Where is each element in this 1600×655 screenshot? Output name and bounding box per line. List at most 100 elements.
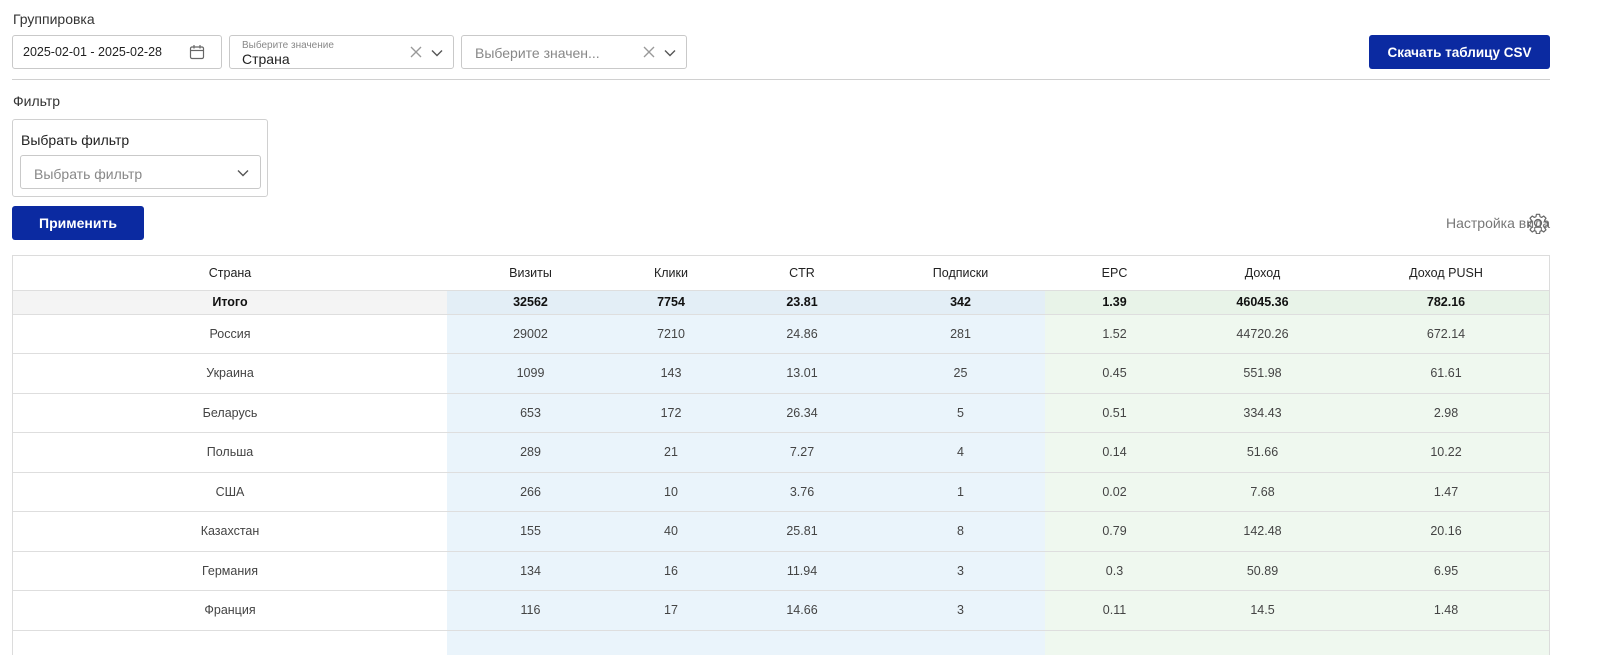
table-cell: Франция bbox=[13, 590, 447, 630]
table-cell: 24.86 bbox=[728, 313, 876, 354]
table-cell: 29002 bbox=[447, 313, 614, 354]
table-cell: 7.27 bbox=[728, 432, 876, 472]
table-cell: 2.98 bbox=[1341, 392, 1549, 433]
table-cell: 0.11 bbox=[1045, 590, 1184, 630]
col-header-clicks[interactable]: Клики bbox=[614, 256, 728, 290]
download-csv-button[interactable]: Скачать таблицу CSV bbox=[1369, 35, 1550, 69]
table-cell: 289 bbox=[447, 432, 614, 472]
table-row[interactable]: Беларусь 653 172 26.34 5 0.51 334.43 2.98 bbox=[13, 392, 1549, 433]
table-cell: 1.47 bbox=[1341, 471, 1549, 512]
filter-label: Фильтр bbox=[13, 93, 61, 109]
table-row[interactable]: Украина 1099 143 13.01 25 0.45 551.98 61.61 bbox=[13, 353, 1549, 393]
table-cell: 172 bbox=[614, 392, 728, 433]
table-row[interactable]: Россия 29002 7210 24.86 281 1.52 44720.26 672.1… bbox=[13, 313, 1549, 354]
table-cell: 155 bbox=[447, 511, 614, 551]
table-cell bbox=[447, 629, 614, 655]
col-header-epc[interactable]: EPC bbox=[1045, 256, 1184, 290]
table-cell: 653 bbox=[447, 392, 614, 433]
table-cell: 3 bbox=[876, 590, 1045, 630]
filter-box-title: Выбрать фильтр bbox=[21, 132, 130, 148]
table-cell bbox=[876, 629, 1045, 655]
table-cell: Польша bbox=[13, 432, 447, 472]
table-header-row: Страна Визиты Клики CTR Подписки EPC Дох… bbox=[13, 256, 1549, 290]
col-header-revenue-push[interactable]: Доход PUSH bbox=[1341, 256, 1549, 290]
table-cell: 143 bbox=[614, 353, 728, 393]
table-cell: 10 bbox=[614, 471, 728, 512]
col-header-visits[interactable]: Визиты bbox=[447, 256, 614, 290]
table-cell: Украина bbox=[13, 353, 447, 393]
grouping-select-2[interactable]: Выберите значен... bbox=[461, 35, 687, 69]
table-row[interactable]: Казахстан 155 40 25.81 8 0.79 142.48 20.16 bbox=[13, 511, 1549, 551]
table-cell: 4 bbox=[876, 432, 1045, 472]
table-row[interactable]: Польша 289 21 7.27 4 0.14 51.66 10.22 bbox=[13, 432, 1549, 472]
grouping-select-1-value: Страна bbox=[242, 51, 290, 67]
calendar-icon[interactable] bbox=[189, 44, 205, 60]
table-cell: Россия bbox=[13, 313, 447, 354]
table-cell: 3 bbox=[876, 550, 1045, 591]
table-cell: 20.16 bbox=[1341, 511, 1549, 551]
table-cell: 21 bbox=[614, 432, 728, 472]
clear-icon[interactable] bbox=[409, 45, 423, 59]
clear-icon[interactable] bbox=[642, 45, 656, 59]
table-cell: 0.45 bbox=[1045, 353, 1184, 393]
table-cell bbox=[1045, 629, 1184, 655]
filter-select-placeholder: Выбрать фильтр bbox=[34, 166, 143, 182]
table-cell: 782.16 bbox=[1341, 289, 1549, 314]
grouping-select-1[interactable]: Выберите значение Страна bbox=[229, 35, 454, 69]
table-cell: 142.48 bbox=[1184, 511, 1341, 551]
table-cell: 6.95 bbox=[1341, 550, 1549, 591]
date-range-field[interactable]: 2025-02-01 - 2025-02-28 bbox=[12, 35, 222, 69]
filter-box: Выбрать фильтр Выбрать фильтр bbox=[12, 119, 268, 197]
table-cell: 1099 bbox=[447, 353, 614, 393]
table-cell: 61.61 bbox=[1341, 353, 1549, 393]
col-header-country[interactable]: Страна bbox=[13, 256, 447, 290]
filter-select[interactable]: Выбрать фильтр bbox=[20, 155, 261, 189]
table-cell: Казахстан bbox=[13, 511, 447, 551]
chevron-down-icon[interactable] bbox=[430, 46, 444, 60]
table-cell: 551.98 bbox=[1184, 353, 1341, 393]
table-cell: 25.81 bbox=[728, 511, 876, 551]
table-cell bbox=[728, 629, 876, 655]
chevron-down-icon[interactable] bbox=[663, 46, 677, 60]
table-cell: 14.5 bbox=[1184, 590, 1341, 630]
table-cell: 50.89 bbox=[1184, 550, 1341, 591]
gear-icon[interactable] bbox=[1527, 212, 1549, 234]
table-cell: 672.14 bbox=[1341, 313, 1549, 354]
table-cell bbox=[13, 629, 447, 655]
table-cell: 334.43 bbox=[1184, 392, 1341, 433]
apply-button[interactable]: Применить bbox=[12, 206, 144, 240]
table-row[interactable]: США 266 10 3.76 1 0.02 7.68 1.47 bbox=[13, 471, 1549, 512]
table-cell: США bbox=[13, 471, 447, 512]
table-row[interactable]: Франция 116 17 14.66 3 0.11 14.5 1.48 bbox=[13, 590, 1549, 630]
table-cell: 342 bbox=[876, 289, 1045, 314]
table-cell: 0.51 bbox=[1045, 392, 1184, 433]
table-cell: 266 bbox=[447, 471, 614, 512]
table-row[interactable]: Германия 134 16 11.94 3 0.3 50.89 6.95 bbox=[13, 550, 1549, 591]
table-cell: 0.02 bbox=[1045, 471, 1184, 512]
table-cell: 134 bbox=[447, 550, 614, 591]
table-cell: 44720.26 bbox=[1184, 313, 1341, 354]
table-cell: 51.66 bbox=[1184, 432, 1341, 472]
table-cell: Германия bbox=[13, 550, 447, 591]
col-header-subscriptions[interactable]: Подписки bbox=[876, 256, 1045, 290]
grouping-select-2-placeholder: Выберите значен... bbox=[475, 45, 600, 61]
table-cell: 0.79 bbox=[1045, 511, 1184, 551]
chevron-down-icon[interactable] bbox=[236, 166, 250, 180]
table-cell: Беларусь bbox=[13, 392, 447, 433]
table-cell: 5 bbox=[876, 392, 1045, 433]
table-cell: 116 bbox=[447, 590, 614, 630]
table-cell: 46045.36 bbox=[1184, 289, 1341, 314]
table-cell: 1.52 bbox=[1045, 313, 1184, 354]
table-cell: 1.48 bbox=[1341, 590, 1549, 630]
table-cell: 25 bbox=[876, 353, 1045, 393]
col-header-revenue[interactable]: Доход bbox=[1184, 256, 1341, 290]
table-cell: 3.76 bbox=[728, 471, 876, 512]
table-cell: 16 bbox=[614, 550, 728, 591]
col-header-ctr[interactable]: CTR bbox=[728, 256, 876, 290]
table-cell: 1 bbox=[876, 471, 1045, 512]
table-cell: 32562 bbox=[447, 289, 614, 314]
table-cell bbox=[1341, 629, 1549, 655]
table-cell: 281 bbox=[876, 313, 1045, 354]
table-cell: 17 bbox=[614, 590, 728, 630]
table-cell: 13.01 bbox=[728, 353, 876, 393]
